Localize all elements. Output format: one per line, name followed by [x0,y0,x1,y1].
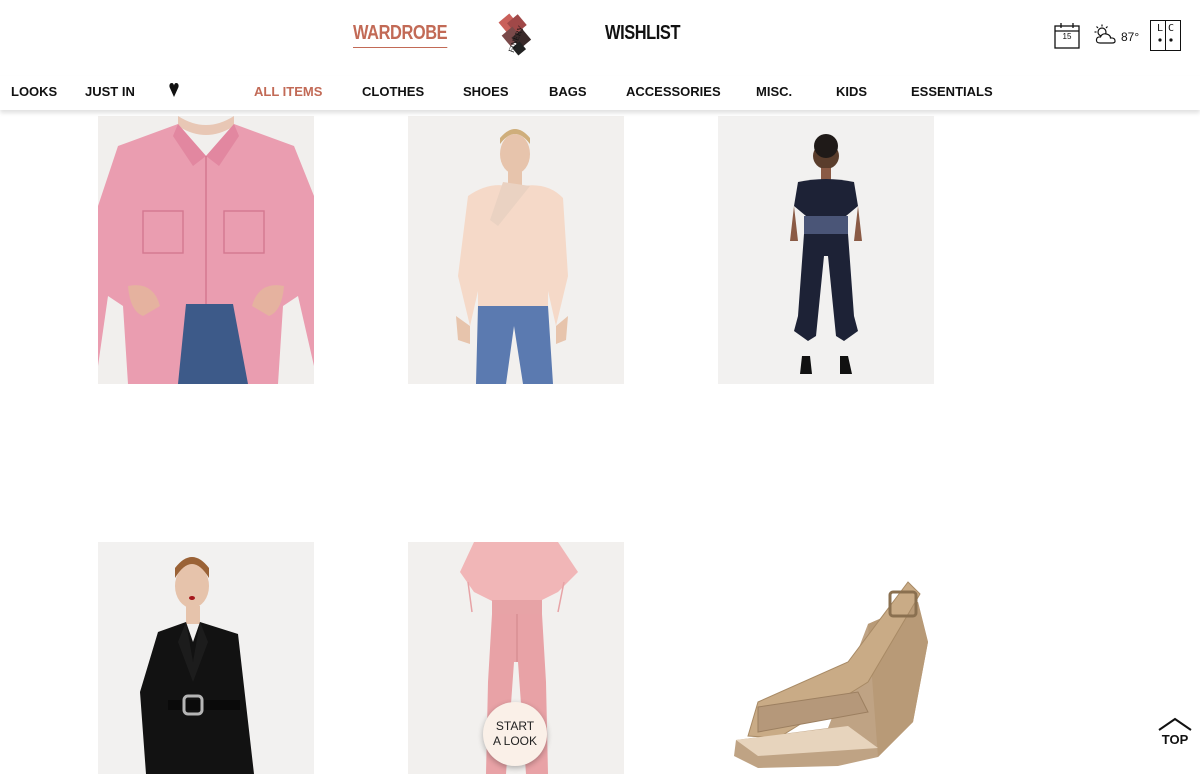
partly-cloudy-icon [1094,24,1116,44]
top-label: TOP [1161,732,1189,747]
calendar-day: 15 [1062,32,1072,41]
nav-misc[interactable]: MISC. [756,84,792,99]
item-pink-shirt[interactable] [98,116,314,384]
chevron-up-icon [1158,717,1192,731]
tab-wishlist[interactable]: WISHLIST [605,22,680,45]
item-black-jacket[interactable] [98,542,314,774]
item-navy-jumpsuit[interactable] [718,116,934,384]
nav-clothes[interactable]: CLOTHES [362,84,424,99]
item-blush-top[interactable] [408,116,624,384]
nav-essentials[interactable]: ESSENTIALS [911,84,993,99]
nav-kids[interactable]: KIDS [836,84,867,99]
top-bar: WARDROBE FINERY WISHLIST 15 87° L C [0,0,1200,76]
nav-just-in[interactable]: JUST IN [85,84,135,99]
start-look-line2: A LOOK [492,734,538,748]
heart-icon[interactable] [169,83,179,100]
nav-all-items[interactable]: ALL ITEMS [254,84,322,99]
nav-looks[interactable]: LOOKS [11,84,57,99]
nav-bags[interactable]: BAGS [549,84,587,99]
back-to-top-button[interactable]: TOP [1156,716,1194,750]
temperature: 87° [1121,30,1140,44]
category-nav: LOOKS JUST IN ALL ITEMS CLOTHES SHOES BA… [0,76,1200,110]
lc-profile-icon[interactable]: L C [1150,20,1181,51]
item-espadrille-wedge[interactable] [718,542,934,774]
calendar-icon[interactable]: 15 [1054,22,1080,49]
start-look-line1: START [495,719,535,733]
finery-logo[interactable]: FINERY [488,8,544,60]
nav-accessories[interactable]: ACCESSORIES [626,84,721,99]
tab-wardrobe[interactable]: WARDROBE [353,22,448,48]
nav-shoes[interactable]: SHOES [463,84,509,99]
start-a-look-button[interactable]: START A LOOK [483,702,547,766]
